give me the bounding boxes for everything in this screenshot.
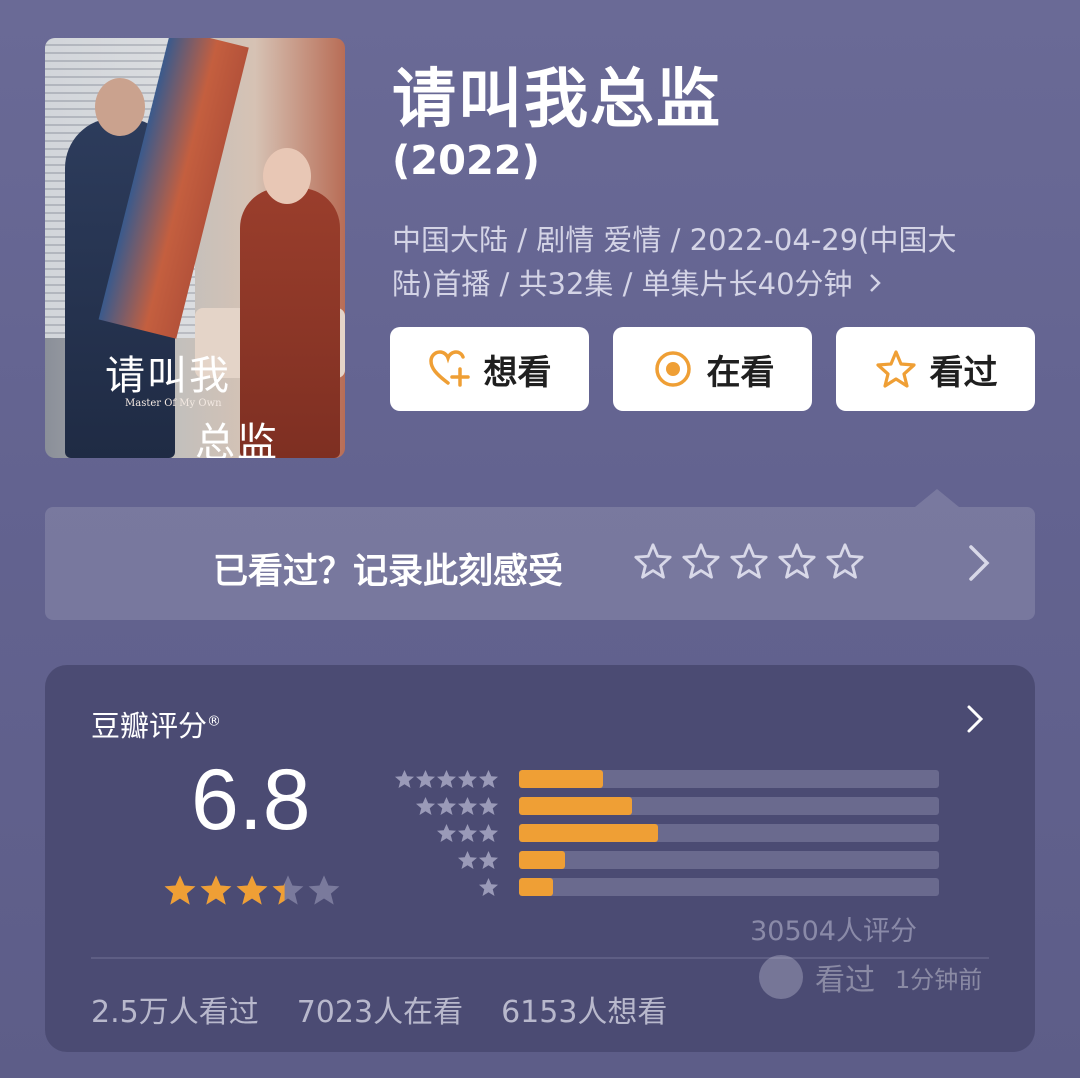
rating-row-stars (377, 823, 499, 843)
show-year: (2022) (392, 138, 540, 184)
rating-row-track (519, 823, 939, 842)
rating-stars (163, 873, 341, 907)
star-small-icon (416, 796, 435, 815)
rating-row-track (519, 850, 939, 869)
star-half-icon (272, 875, 304, 905)
rating-row-track (519, 796, 939, 815)
poster-title-top: 请叫我 (105, 353, 231, 399)
rating-row-fill (519, 769, 603, 788)
rating-row-fill (519, 823, 658, 842)
star-small-icon (458, 850, 477, 869)
rating-row-3 (377, 819, 939, 846)
watched-label: 看过 (929, 352, 998, 393)
watched-button[interactable]: 看过 (836, 327, 1035, 411)
show-meta[interactable]: 中国大陆 / 剧情 爱情 / 2022-04-29(中国大 陆)首播 / 共32… (392, 218, 1032, 306)
star-empty-icon (308, 875, 340, 905)
star-small-icon (479, 769, 498, 788)
star-outline-icon[interactable] (681, 541, 721, 585)
poster-image[interactable]: 请叫我 Master Of My Own 总监 (45, 38, 345, 458)
show-title: 请叫我总监 (392, 63, 722, 137)
star-filled-icon (164, 875, 196, 905)
rating-row-stars (377, 796, 499, 816)
star-outline-icon (874, 347, 918, 391)
watching-label: 在看 (706, 352, 775, 393)
poster-man-head (95, 78, 145, 136)
chevron-right-icon (859, 267, 882, 301)
star-outline-icon[interactable] (633, 541, 673, 585)
poster-title-bottom: 总监 (195, 420, 279, 458)
toast-time: 1分钟前 (895, 965, 983, 994)
avatar (759, 955, 803, 999)
poster-subtitle: Master Of My Own (125, 398, 222, 409)
show-meta-line2: 陆)首播 / 共32集 / 单集片长40分钟 (392, 267, 853, 301)
rating-distribution (377, 765, 939, 900)
star-small-icon (437, 769, 456, 788)
star-filled-icon (200, 875, 232, 905)
star-small-icon (458, 769, 477, 788)
rating-label-text: 豆瓣评分 (91, 709, 208, 743)
rating-row-fill (519, 796, 633, 815)
star-small-icon (479, 823, 498, 842)
rating-count: 30504人评分 (750, 916, 917, 947)
watching-button[interactable]: 在看 (613, 327, 812, 411)
want-button[interactable]: 想看 (390, 327, 589, 411)
rating-row-track (519, 769, 939, 788)
rating-row-track (519, 877, 939, 896)
rating-row-fill (519, 850, 566, 869)
target-circle-icon (651, 347, 695, 391)
star-small-icon (479, 850, 498, 869)
star-small-icon (458, 796, 477, 815)
star-small-icon (437, 796, 456, 815)
heart-plus-icon (428, 347, 472, 391)
rating-row-2 (377, 846, 939, 873)
chevron-right-icon[interactable] (967, 543, 991, 587)
show-meta-line2-wrap: 陆)首播 / 共32集 / 单集片长40分钟 (392, 262, 1032, 306)
rating-row-stars (377, 850, 499, 870)
watch-toast: 看过 1分钟前 (759, 955, 982, 999)
rate-stars[interactable] (633, 541, 865, 585)
stat-watching[interactable]: 7023人在看 (297, 987, 463, 1031)
star-small-icon (479, 877, 498, 896)
star-small-icon (395, 769, 414, 788)
star-outline-icon[interactable] (777, 541, 817, 585)
stat-want[interactable]: 6153人想看 (501, 987, 667, 1031)
chevron-right-icon[interactable] (965, 703, 985, 739)
rating-row-4 (377, 792, 939, 819)
stat-watched[interactable]: 2.5万人看过 (91, 987, 259, 1031)
rate-prompt-bar[interactable]: 已看过？记录此刻感受 (45, 489, 1035, 620)
rating-label: 豆瓣评分® (91, 703, 221, 745)
rating-row-fill (519, 877, 553, 896)
rating-score: 6.8 (191, 752, 311, 848)
rating-row-stars (377, 769, 499, 789)
rating-row-5 (377, 765, 939, 792)
star-outline-icon[interactable] (825, 541, 865, 585)
star-small-icon (458, 823, 477, 842)
star-filled-icon (236, 875, 268, 905)
rating-stats: 2.5万人看过 7023人在看 6153人想看 (91, 987, 667, 1031)
douban-rating-card[interactable]: 豆瓣评分® 6.8 30504人评分 看过 1分钟前 2.5万人看过 7023人… (45, 665, 1035, 1052)
rating-row-stars (377, 877, 499, 897)
registered-mark: ® (207, 713, 222, 730)
star-small-icon (437, 823, 456, 842)
rating-row-1 (377, 873, 939, 900)
poster-woman-head (263, 148, 311, 204)
rate-prompt-text: 已看过？记录此刻感受 (213, 552, 564, 592)
star-small-icon (479, 796, 498, 815)
star-small-icon (416, 769, 435, 788)
rate-prompt-pointer (915, 489, 959, 507)
show-meta-line1: 中国大陆 / 剧情 爱情 / 2022-04-29(中国大 (392, 223, 957, 257)
toast-action: 看过 (815, 963, 875, 998)
want-label: 想看 (483, 352, 552, 393)
star-outline-icon[interactable] (729, 541, 769, 585)
